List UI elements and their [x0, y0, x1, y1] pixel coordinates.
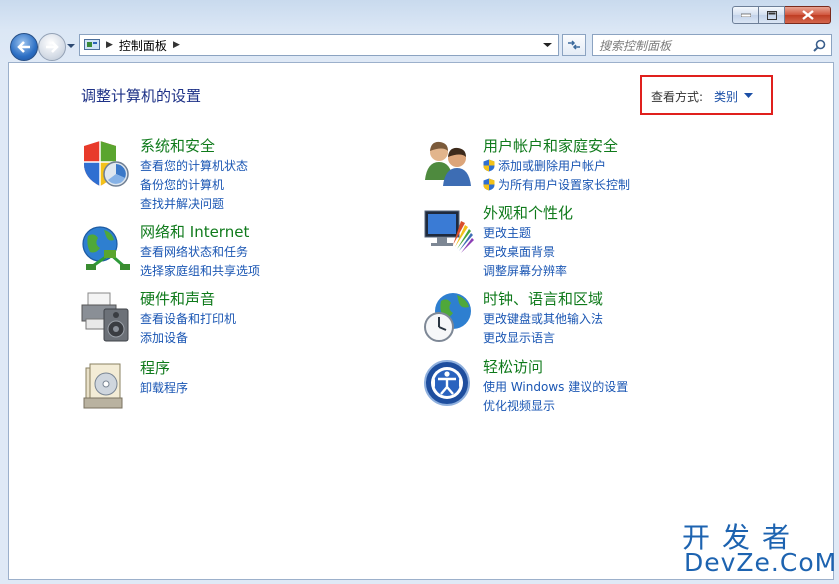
forward-button[interactable] — [38, 33, 66, 61]
category-link[interactable]: 更改主题 — [483, 224, 531, 241]
category-link[interactable]: 为所有用户设置家长控制 — [483, 176, 630, 193]
close-button[interactable] — [785, 6, 831, 24]
category-title[interactable]: 程序 — [140, 357, 170, 378]
monitor-appearance-icon — [424, 210, 474, 253]
maximize-icon — [766, 10, 777, 20]
category-ease-of-access: 轻松访问 使用 Windows 建议的设置 优化视频显示 — [423, 356, 753, 429]
category-link[interactable]: 更改桌面背景 — [483, 243, 555, 260]
minimize-icon — [740, 13, 751, 17]
category-link[interactable]: 查看设备和打印机 — [140, 310, 236, 327]
category-link[interactable]: 卸载程序 — [140, 379, 188, 396]
category-title[interactable]: 用户帐户和家庭安全 — [483, 135, 618, 156]
category-hardware-sound: 硬件和声音 查看设备和打印机 添加设备 — [80, 288, 410, 361]
back-button[interactable] — [10, 33, 38, 61]
category-programs: 程序 卸载程序 — [80, 357, 410, 430]
network-globe-icon — [82, 226, 130, 270]
uac-shield-icon — [483, 178, 495, 191]
category-title[interactable]: 系统和安全 — [140, 135, 215, 156]
category-link[interactable]: 查看您的计算机状态 — [140, 157, 248, 174]
clock-globe-icon — [424, 293, 471, 342]
category-appearance: 外观和个性化 更改主题 更改桌面背景 调整屏幕分辨率 — [423, 202, 753, 278]
breadcrumb-separator-icon[interactable]: ▶ — [106, 40, 113, 50]
window-frame: ▶ 控制面板 ▶ 调整计算机的设置 查看方式: 类别 — [0, 0, 839, 584]
category-link[interactable]: 添加设备 — [140, 329, 188, 346]
category-link[interactable]: 优化视频显示 — [483, 397, 555, 414]
refresh-button[interactable] — [562, 34, 586, 56]
refresh-icon — [568, 40, 580, 50]
breadcrumb-separator-icon[interactable]: ▶ — [173, 40, 180, 50]
close-icon — [801, 10, 814, 20]
search-box[interactable] — [592, 34, 832, 56]
category-title[interactable]: 轻松访问 — [483, 356, 543, 377]
search-icon[interactable] — [813, 39, 826, 52]
page-title: 调整计算机的设置 — [81, 87, 202, 105]
users-icon — [425, 141, 471, 186]
category-user-accounts: 用户帐户和家庭安全 添加或删除用户帐户 为所有用户设置家长控制 — [423, 135, 753, 208]
forward-arrow-icon — [46, 41, 59, 53]
category-link-text[interactable]: 为所有用户设置家长控制 — [498, 178, 630, 192]
view-by-selector: 查看方式: 类别 — [640, 75, 773, 115]
chevron-down-icon[interactable] — [744, 93, 753, 99]
category-network-internet: 网络和 Internet 查看网络状态和任务 选择家庭组和共享选项 — [80, 221, 410, 294]
watermark-site: DevZe.CoM — [684, 548, 838, 577]
back-arrow-icon — [17, 41, 30, 53]
programs-icon — [83, 363, 123, 409]
search-input[interactable] — [597, 37, 801, 55]
category-link[interactable]: 更改显示语言 — [483, 329, 555, 346]
control-panel-icon — [84, 39, 100, 50]
address-bar[interactable]: ▶ 控制面板 ▶ — [79, 34, 559, 56]
maximize-button[interactable] — [759, 6, 785, 24]
view-by-dropdown[interactable]: 类别 — [714, 88, 738, 105]
category-title[interactable]: 网络和 Internet — [140, 221, 249, 242]
category-system-security: 系统和安全 查看您的计算机状态 备份您的计算机 查找并解决问题 — [80, 135, 410, 211]
category-title[interactable]: 硬件和声音 — [140, 288, 215, 309]
category-title[interactable]: 外观和个性化 — [483, 202, 573, 223]
category-link[interactable]: 备份您的计算机 — [140, 176, 224, 193]
category-link-text[interactable]: 添加或删除用户帐户 — [498, 159, 606, 173]
control-panel-content: 调整计算机的设置 查看方式: 类别 系统和安全 查看您的计算机状态 备份您的计算… — [8, 62, 834, 580]
category-link[interactable]: 查看网络状态和任务 — [140, 243, 248, 260]
navigation-bar: ▶ 控制面板 ▶ — [0, 30, 839, 61]
category-title[interactable]: 时钟、语言和区域 — [483, 288, 603, 309]
category-link[interactable]: 添加或删除用户帐户 — [483, 157, 606, 174]
breadcrumb-control-panel[interactable]: 控制面板 — [119, 37, 167, 54]
category-link[interactable]: 选择家庭组和共享选项 — [140, 262, 260, 279]
window-caption-buttons — [732, 6, 831, 24]
category-clock-language-region: 时钟、语言和区域 更改键盘或其他输入法 更改显示语言 — [423, 288, 753, 361]
category-link[interactable]: 更改键盘或其他输入法 — [483, 310, 603, 327]
minimize-button[interactable] — [732, 6, 759, 24]
printer-speaker-icon — [81, 292, 129, 342]
view-by-label: 查看方式: — [651, 90, 704, 104]
system-security-icon — [84, 141, 129, 187]
category-link[interactable]: 查找并解决问题 — [140, 195, 224, 212]
category-link[interactable]: 调整屏幕分辨率 — [483, 262, 567, 279]
ease-of-access-icon — [424, 360, 470, 406]
address-dropdown-icon[interactable] — [543, 41, 552, 49]
uac-shield-icon — [483, 159, 495, 172]
category-link[interactable]: 使用 Windows 建议的设置 — [483, 378, 628, 395]
recent-pages-dropdown-icon[interactable] — [66, 40, 76, 52]
